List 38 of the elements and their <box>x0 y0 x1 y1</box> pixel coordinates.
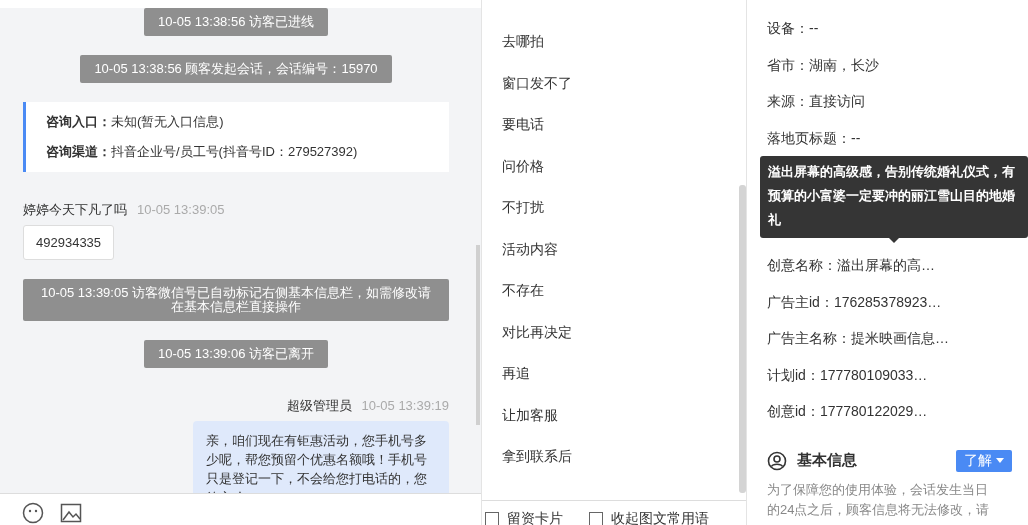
quick-reply-item[interactable]: 去哪拍 <box>502 21 722 63</box>
info-value: 抖音企业号/员工号(抖音号ID：279527392) <box>111 144 358 159</box>
checkbox-label[interactable]: 收起图文常用语 <box>611 510 709 525</box>
info-row-text: 来源：直接访问 <box>767 92 866 111</box>
quick-reply-item[interactable]: 拿到联系后 <box>502 436 722 478</box>
info-label: 咨询渠道： <box>46 144 111 159</box>
quick-reply-item[interactable]: 让加客服 <box>502 394 722 436</box>
info-row-text: 计划id：177780109033… <box>767 365 929 385</box>
quick-reply-item[interactable]: 问价格 <box>502 145 722 187</box>
info-value: 未知(暂无入口信息) <box>111 114 224 129</box>
system-notice: 10-05 13:39:05 访客微信号已自动标记右侧基本信息栏，如需修改请在基本信息栏直接操作 <box>23 279 449 321</box>
tooltip: 溢出屏幕的高级感，告别传统婚礼仪式，有预算的小富婆一定要冲的丽江雪山目的地婚礼 <box>760 156 1028 243</box>
notice-text: 为了保障您的使用体验，会话发生当日的24点之后，顾客信息将无法修改，请 <box>767 480 991 519</box>
quick-reply-item[interactable]: 再追 <box>502 353 722 395</box>
quick-reply-item[interactable]: 对比再决定 <box>502 311 722 353</box>
info-row-text: 广告主名称：提米映画信息… <box>767 329 950 348</box>
info-row-text: 创意名称：溢出屏幕的高… <box>767 256 936 275</box>
message-time: 10-05 13:39:05 <box>137 202 225 217</box>
info-row-text: 设备：-- <box>767 19 820 38</box>
sender-name: 婷婷今天下凡了吗 <box>23 201 127 219</box>
info-row-text: 创意id：177780122029… <box>767 402 929 421</box>
info-label: 咨询入口： <box>46 114 111 129</box>
message-bubble: 492934335 <box>23 225 115 260</box>
system-notice: 10-05 13:38:56 访客已进线 <box>143 8 329 36</box>
message-time: 10-05 13:39:19 <box>361 398 449 413</box>
quick-reply-item[interactable]: 要电话 <box>502 104 722 146</box>
section-title: 基本信息 <box>797 451 857 470</box>
quick-reply-item[interactable]: 窗口发不了 <box>502 62 722 104</box>
sender-name: 超级管理员 <box>286 397 352 415</box>
system-notice: 10-05 13:38:56 顾客发起会话，会话编号：15970 <box>80 55 392 83</box>
info-row-text: 落地页标题：-- <box>767 128 862 148</box>
quick-reply-item[interactable]: 不存在 <box>502 270 722 312</box>
quick-reply-item[interactable]: 不打扰 <box>502 187 722 229</box>
info-row-text: 广告主id：176285378923… <box>767 292 943 312</box>
system-notice: 10-05 13:39:06 访客已离开 <box>143 340 329 368</box>
checkbox-label[interactable]: 留资卡片 <box>507 510 563 525</box>
info-row-text: 省市：湖南，长沙 <box>767 55 880 75</box>
quick-reply-item[interactable]: 活动内容 <box>502 228 722 270</box>
